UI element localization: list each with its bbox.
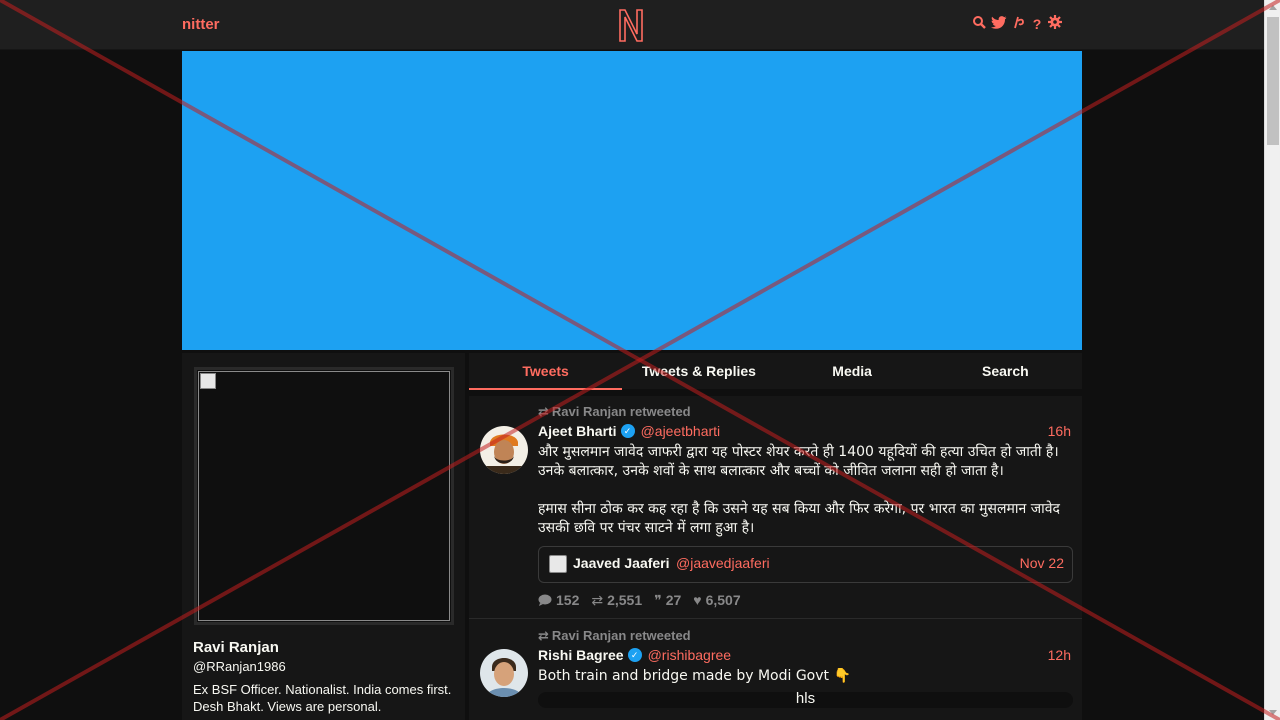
scrollbar-thumb[interactable] — [1267, 17, 1279, 145]
timeline-tabs: Tweets Tweets & Replies Media Search — [469, 353, 1082, 390]
tweet-content: Both train and bridge made by Modi Govt … — [538, 668, 851, 684]
comment-icon — [538, 594, 552, 606]
like-stat[interactable]: ♥ 6,507 — [693, 592, 740, 609]
tweet-date[interactable]: 12h — [1048, 647, 1071, 663]
profile-banner[interactable] — [182, 51, 1082, 350]
media-card[interactable]: hls — [538, 690, 1073, 708]
fullname[interactable]: Rishi Bagree — [538, 647, 624, 663]
profile-bio: Ex BSF Officer. Nationalist. India comes… — [193, 682, 452, 714]
profile-avatar[interactable] — [194, 367, 454, 625]
username[interactable]: @ajeetbharti — [641, 423, 721, 439]
quote-date[interactable]: Nov 22 — [1020, 555, 1064, 571]
gear-icon[interactable] — [1048, 15, 1062, 33]
verified-icon: ✓ — [627, 648, 642, 662]
quote-count: 27 — [665, 592, 682, 608]
retweet-icon: ⇄ — [538, 404, 549, 419]
avatar[interactable] — [480, 649, 528, 697]
scroll-down-arrow[interactable] — [1269, 710, 1277, 715]
tweet-date[interactable]: 16h — [1048, 423, 1071, 439]
profile-name[interactable]: Ravi Ranjan — [193, 639, 279, 656]
quote-fullname[interactable]: Jaaved Jaaferi — [573, 555, 670, 571]
tweet-item[interactable]: ⇄ Ravi Ranjan retweeted Ajeet Bharti ✓ @a… — [469, 396, 1082, 619]
navbar: nitter ? — [0, 0, 1264, 50]
quote-username[interactable]: @jaavedjaaferi — [676, 555, 770, 571]
profile-handle[interactable]: @RRanjan1986 — [193, 659, 286, 674]
verified-icon: ✓ — [620, 424, 635, 438]
reply-stat[interactable]: 152 — [538, 592, 579, 609]
tab-search[interactable]: Search — [929, 353, 1082, 389]
help-icon[interactable]: ? — [1031, 15, 1043, 33]
twitter-icon[interactable] — [991, 15, 1007, 33]
broken-image-icon — [200, 373, 216, 389]
username[interactable]: @rishibagree — [648, 647, 731, 663]
retweet-stat[interactable]: ⇄ 2,551 — [591, 592, 642, 609]
retweet-icon: ⇄ — [591, 592, 604, 608]
rss-icon[interactable] — [1012, 15, 1026, 33]
retweet-icon: ⇄ — [538, 628, 549, 643]
tab-tweets[interactable]: Tweets — [469, 353, 623, 390]
nitter-logo[interactable] — [617, 7, 645, 43]
fullname[interactable]: Ajeet Bharti — [538, 423, 617, 439]
retweet-count: 2,551 — [607, 592, 643, 608]
retweet-label: Ravi Ranjan retweeted — [551, 404, 691, 419]
avatar[interactable] — [480, 426, 528, 474]
heart-icon: ♥ — [693, 592, 702, 608]
tweet-item[interactable]: ⇄ Ravi Ranjan retweeted Rishi Bagree ✓ @r… — [469, 620, 1082, 720]
tweet-paragraph: और मुसलमान जावेद जाफरी द्वारा यह पोस्टर … — [538, 444, 1059, 479]
nav-icons: ? — [973, 15, 1062, 33]
timeline: ⇄ Ravi Ranjan retweeted Ajeet Bharti ✓ @a… — [469, 396, 1082, 720]
avatar-border — [198, 371, 450, 621]
tab-media[interactable]: Media — [776, 353, 929, 389]
tweet-stats: 152 ⇄ 2,551 ❞ 27 ♥ 6,507 — [538, 592, 741, 609]
tweet-content: और मुसलमान जावेद जाफरी द्वारा यह पोस्टर … — [538, 443, 1073, 538]
reply-count: 152 — [556, 592, 580, 608]
retweet-header: ⇄ Ravi Ranjan retweeted — [538, 404, 691, 420]
tab-tweets-replies[interactable]: Tweets & Replies — [622, 353, 775, 389]
scroll-up-arrow[interactable] — [1269, 5, 1277, 10]
quote-stat[interactable]: ❞ 27 — [654, 592, 681, 609]
profile-card: Ravi Ranjan @RRanjan1986 Ex BSF Officer.… — [182, 353, 465, 720]
tweet-header: Rishi Bagree ✓ @rishibagree 12h — [538, 647, 1071, 663]
retweet-header: ⇄ Ravi Ranjan retweeted — [538, 628, 691, 644]
quote-icon: ❞ — [654, 592, 662, 608]
tweet-header: Ajeet Bharti ✓ @ajeetbharti 16h — [538, 423, 1071, 439]
page-scrollbar[interactable] — [1264, 0, 1280, 720]
brand-link[interactable]: nitter — [182, 16, 220, 33]
tweet-paragraph: हमास सीना ठोक कर कह रहा है कि उसने यह सब… — [538, 501, 1060, 536]
media-card-label: hls — [795, 690, 816, 707]
like-count: 6,507 — [705, 592, 741, 608]
quoted-tweet[interactable]: Jaaved Jaaferi @jaavedjaaferi Nov 22 — [538, 546, 1073, 583]
retweet-label: Ravi Ranjan retweeted — [551, 628, 691, 643]
quote-avatar — [549, 555, 567, 573]
search-icon[interactable] — [973, 15, 986, 33]
